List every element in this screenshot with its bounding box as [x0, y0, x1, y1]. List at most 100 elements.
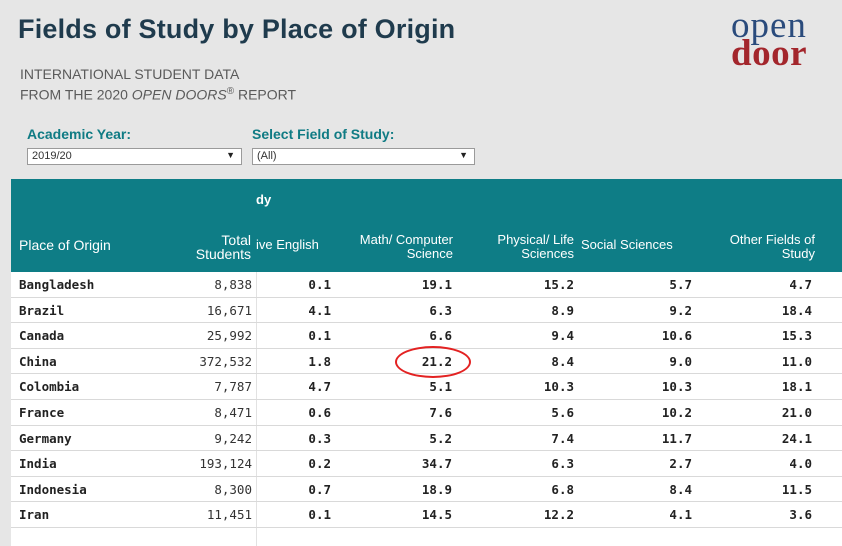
cell-intensive-english: 0.3 [308, 430, 331, 446]
cell-country: France [19, 405, 65, 420]
field-of-study-label: Select Field of Study: [252, 126, 395, 142]
subtitle-suffix: REPORT [234, 86, 297, 103]
cell-physical-life-sciences: 8.4 [551, 353, 574, 369]
table-row: Colombia 7,787 4.7 5.1 10.3 10.3 18.1 [11, 374, 842, 400]
cell-math-computer-science: 14.5 [421, 507, 452, 523]
cell-intensive-english: 1.8 [308, 353, 331, 369]
cell-other-fields: 4.7 [789, 277, 812, 292]
table-row: Brazil 16,671 4.1 6.3 8.9 9.2 18.4 [11, 298, 842, 324]
column-header-line: Sciences [521, 246, 574, 261]
cell-intensive-english: 4.1 [308, 302, 331, 318]
cell-country: Colombia [19, 379, 80, 395]
page-subtitle: INTERNATIONAL STUDENT DATA FROM THE 2020… [20, 66, 296, 104]
cell-total-students: 193,124 [199, 456, 252, 472]
cell-country: Brazil [19, 302, 65, 318]
cell-total-students: 11,451 [206, 507, 252, 523]
column-header-line: Physical/ Life [497, 232, 574, 247]
page-title: Fields of Study by Place of Origin [18, 14, 456, 44]
cell-country: India [19, 456, 57, 472]
table-header: dy Place of Origin Total Students ive En… [11, 179, 842, 272]
cell-intensive-english: 0.2 [308, 456, 331, 472]
column-header-line: Students [195, 246, 251, 262]
cell-social-sciences: 11.7 [661, 430, 692, 446]
table-row: Canada 25,992 0.1 6.6 9.4 10.6 15.3 [11, 323, 842, 349]
cell-country: Germany [19, 430, 72, 446]
cell-social-sciences: 10.6 [661, 328, 692, 344]
cell-math-computer-science: 6.6 [429, 328, 452, 344]
table-row: France 8,471 0.6 7.6 5.6 10.2 21.0 [11, 400, 842, 426]
cell-math-computer-science: 34.7 [421, 456, 452, 472]
cell-total-students: 372,532 [199, 353, 252, 369]
cell-physical-life-sciences: 9.4 [551, 328, 574, 344]
cell-math-computer-science: 5.1 [429, 379, 452, 395]
fields-of-study-table: dy Place of Origin Total Students ive En… [11, 179, 842, 546]
cell-physical-life-sciences: 7.4 [551, 430, 574, 446]
cell-intensive-english: 0.7 [308, 481, 331, 497]
subtitle-report-name: OPEN DOORS [131, 86, 227, 103]
cell-intensive-english: 4.7 [308, 379, 331, 395]
column-header-math-computer-science[interactable]: Math/ Computer Science [337, 233, 453, 261]
chevron-down-icon: ▼ [459, 150, 468, 160]
academic-year-select[interactable]: 2019/20 ▼ [27, 148, 242, 165]
field-of-study-value: (All) [257, 150, 277, 162]
column-header-social-sciences[interactable]: Social Sciences [581, 238, 673, 252]
cell-social-sciences: 10.2 [661, 405, 692, 420]
field-of-study-select[interactable]: (All) ▼ [252, 148, 475, 165]
column-header-line: Other Fields of [729, 232, 815, 247]
highlight-circle [395, 346, 471, 378]
cell-country: Bangladesh [19, 277, 95, 292]
cell-total-students: 8,838 [214, 277, 252, 292]
cell-other-fields: 4.0 [789, 456, 812, 472]
column-header-total-students[interactable]: Total Students [181, 233, 251, 261]
cell-total-students: 9,242 [214, 430, 252, 446]
subtitle-line-1: INTERNATIONAL STUDENT DATA [20, 66, 240, 82]
logo-line-2: door [731, 33, 807, 74]
column-header-intensive-english[interactable]: ive English [256, 238, 319, 252]
cell-country: Canada [19, 328, 65, 344]
column-header-other-fields[interactable]: Other Fields of Study [701, 233, 815, 261]
cell-social-sciences: 2.7 [669, 456, 692, 472]
table-row: Indonesia 8,300 0.7 18.9 6.8 8.4 11.5 [11, 477, 842, 503]
cell-other-fields: 11.0 [781, 353, 812, 369]
cell-social-sciences: 8.4 [669, 481, 692, 497]
column-header-line: Study [781, 246, 815, 261]
cell-total-students: 7,787 [214, 379, 252, 395]
chevron-down-icon: ▼ [226, 150, 235, 160]
cell-social-sciences: 4.1 [669, 507, 692, 523]
cell-country: Indonesia [19, 481, 87, 497]
table-row: Iran 11,451 0.1 14.5 12.2 4.1 3.6 [11, 502, 842, 528]
table-row: Bangladesh 8,838 0.1 19.1 15.2 5.7 4.7 [11, 272, 842, 298]
table-row: Germany 9,242 0.3 5.2 7.4 11.7 24.1 [11, 426, 842, 452]
cell-other-fields: 11.5 [781, 481, 812, 497]
column-header-line: Total [221, 232, 251, 248]
cell-other-fields: 18.4 [781, 302, 812, 318]
cell-math-computer-science: 5.2 [429, 430, 452, 446]
column-header-physical-life-sciences[interactable]: Physical/ Life Sciences [467, 233, 574, 261]
cell-physical-life-sciences: 15.2 [543, 277, 574, 292]
cell-math-computer-science: 6.3 [429, 302, 452, 318]
cell-intensive-english: 0.1 [308, 277, 331, 292]
column-group-header: dy [256, 192, 272, 207]
cell-social-sciences: 9.2 [669, 302, 692, 318]
column-header-line: Math/ Computer [359, 232, 453, 247]
cell-other-fields: 21.0 [781, 405, 812, 420]
column-header-place-of-origin[interactable]: Place of Origin [19, 238, 111, 252]
open-doors-logo: open door [731, 7, 842, 74]
academic-year-label: Academic Year: [27, 126, 132, 142]
cell-other-fields: 3.6 [789, 507, 812, 523]
subtitle-prefix: FROM THE 2020 [20, 86, 132, 103]
column-header-line: Science [406, 246, 453, 261]
cell-other-fields: 15.3 [781, 328, 812, 344]
cell-math-computer-science: 7.6 [429, 405, 452, 420]
cell-social-sciences: 5.7 [669, 277, 692, 292]
cell-physical-life-sciences: 10.3 [543, 379, 574, 395]
cell-social-sciences: 9.0 [669, 353, 692, 369]
cell-country: China [19, 353, 57, 369]
cell-physical-life-sciences: 6.3 [551, 456, 574, 472]
cell-math-computer-science: 19.1 [421, 277, 452, 292]
cell-total-students: 25,992 [206, 328, 252, 344]
cell-intensive-english: 0.1 [308, 328, 331, 344]
cell-physical-life-sciences: 12.2 [543, 507, 574, 523]
cell-math-computer-science: 18.9 [421, 481, 452, 497]
table-row: India 193,124 0.2 34.7 6.3 2.7 4.0 [11, 451, 842, 477]
